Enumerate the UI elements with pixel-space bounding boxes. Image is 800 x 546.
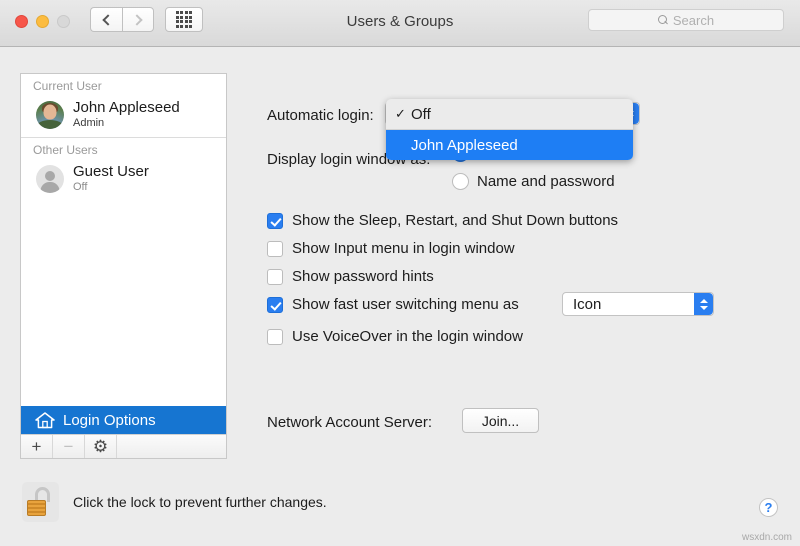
checkbox-show-fast-user-switching[interactable]: Show fast user switching menu as (267, 296, 519, 313)
menu-item-off[interactable]: ✓ Off (386, 99, 633, 129)
users-and-groups-window: Users & Groups Search Current User John … (0, 0, 800, 546)
home-icon (35, 411, 55, 429)
checkbox-label: Use VoiceOver in the login window (292, 328, 523, 345)
sidebar-item-guest-user[interactable]: Guest User Off (21, 160, 226, 201)
menu-item-label: Off (411, 106, 431, 123)
checkbox (267, 329, 283, 345)
sidebar-action-bar: + − ⚙ (21, 434, 226, 458)
checkbox-label: Show fast user switching menu as (292, 296, 519, 313)
lock-control[interactable]: Click the lock to prevent further change… (22, 482, 327, 522)
menu-item-john-appleseed[interactable]: John Appleseed (386, 130, 633, 160)
watermark: wsxdn.com (742, 532, 792, 543)
avatar (36, 101, 64, 129)
user-name: Guest User (73, 163, 149, 180)
automatic-login-dropdown-menu: ✓ Off John Appleseed (386, 99, 633, 160)
radio-button (452, 173, 469, 190)
checkbox (267, 297, 283, 313)
remove-user-button: − (53, 435, 85, 458)
checkmark-icon: ✓ (395, 106, 411, 122)
checkbox-label: Show password hints (292, 268, 434, 285)
unlocked-padlock-icon[interactable] (22, 482, 59, 522)
radio-name-and-password[interactable]: Name and password (452, 173, 615, 190)
help-button[interactable]: ? (759, 498, 778, 517)
add-user-button[interactable]: + (21, 435, 53, 458)
checkbox-show-sleep-restart-shutdown[interactable]: Show the Sleep, Restart, and Shut Down b… (267, 212, 618, 229)
sidebar-group-header-current-user: Current User (21, 74, 226, 96)
menu-item-label: John Appleseed (411, 137, 518, 154)
checkbox (267, 269, 283, 285)
join-button[interactable]: Join... (462, 408, 539, 433)
search-icon (658, 15, 668, 25)
checkbox-use-voiceover[interactable]: Use VoiceOver in the login window (267, 328, 523, 345)
checkbox-show-input-menu[interactable]: Show Input menu in login window (267, 240, 515, 257)
user-status: Off (73, 180, 149, 194)
search-input[interactable]: Search (588, 9, 784, 31)
users-sidebar: Current User John Appleseed Admin Other … (20, 73, 227, 459)
checkbox (267, 241, 283, 257)
user-name: John Appleseed (73, 99, 180, 116)
sidebar-group-header-other-users: Other Users (21, 138, 226, 160)
sidebar-item-john-appleseed[interactable]: John Appleseed Admin (21, 96, 226, 137)
user-status: Admin (73, 116, 180, 130)
network-account-server-label: Network Account Server: (267, 414, 432, 431)
automatic-login-label: Automatic login: (267, 107, 374, 124)
person-silhouette-icon (36, 165, 64, 193)
search-placeholder: Search (673, 13, 714, 28)
popup-value: Icon (563, 296, 601, 313)
gear-icon[interactable]: ⚙ (85, 435, 117, 458)
fast-user-switching-popup-button[interactable]: Icon (562, 292, 714, 316)
checkbox-label: Show Input menu in login window (292, 240, 515, 257)
checkbox-show-password-hints[interactable]: Show password hints (267, 268, 434, 285)
window-toolbar: Users & Groups Search (0, 0, 800, 47)
checkbox-label: Show the Sleep, Restart, and Shut Down b… (292, 212, 618, 229)
sidebar-item-login-options[interactable]: Login Options (21, 406, 226, 434)
chevron-updown-icon (694, 293, 713, 315)
lock-message: Click the lock to prevent further change… (73, 494, 327, 510)
sidebar-item-label: Login Options (63, 412, 156, 429)
checkbox (267, 213, 283, 229)
radio-label: Name and password (477, 173, 615, 190)
